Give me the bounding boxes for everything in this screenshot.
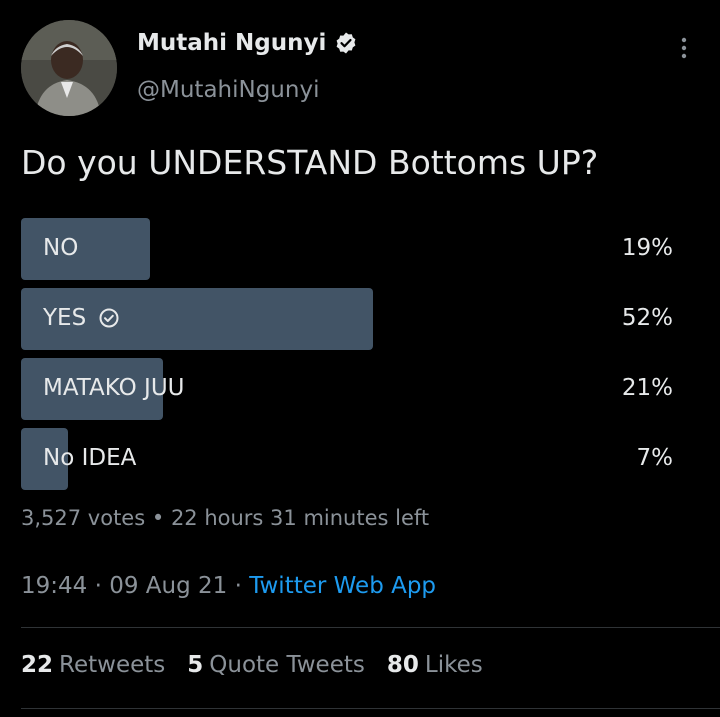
poll-separator: • — [151, 506, 165, 530]
poll-time-left: 22 hours 31 minutes left — [170, 506, 430, 530]
quote-tweets-label: Quote Tweets — [209, 652, 365, 678]
poll-option-percent: 52% — [621, 305, 673, 331]
likes-count: 80 — [386, 652, 419, 678]
divider — [21, 708, 720, 709]
poll-option-no: NO 19% — [21, 218, 681, 280]
poll-option-label: MATAKO JUU — [43, 375, 185, 401]
retweets-stat[interactable]: 22 Retweets — [21, 652, 165, 678]
poll-option-label: No IDEA — [43, 445, 137, 471]
quote-tweets-count: 5 — [187, 652, 204, 678]
tweet-date[interactable]: 09 Aug 21 — [109, 573, 227, 599]
poll-option-yes: YES 52% — [21, 288, 681, 350]
retweets-label: Retweets — [59, 652, 166, 678]
author-handle[interactable]: @MutahiNgunyi — [137, 77, 319, 103]
poll-option-no-idea: No IDEA 7% — [21, 428, 681, 490]
source-link[interactable]: Twitter Web App — [249, 573, 436, 599]
check-circle-icon — [98, 307, 120, 329]
retweets-count: 22 — [21, 652, 54, 678]
avatar[interactable] — [21, 20, 117, 116]
quote-tweets-stat[interactable]: 5 Quote Tweets — [187, 652, 365, 678]
poll-option-percent: 21% — [621, 375, 673, 401]
divider — [21, 627, 720, 628]
likes-stat[interactable]: 80 Likes — [387, 652, 483, 678]
poll-option-label: YES — [43, 305, 87, 331]
tweet-stats: 22 Retweets 5 Quote Tweets 80 Likes — [21, 652, 505, 678]
poll-votes: 3,527 votes — [21, 506, 146, 530]
poll-option-label: NO — [43, 235, 79, 261]
tweet-text: Do you UNDERSTAND Bottoms UP? — [21, 143, 599, 182]
likes-label: Likes — [424, 652, 483, 678]
poll-option-matako-juu: MATAKO JUU 21% — [21, 358, 681, 420]
tweet-timestamp-row: 19:44 · 09 Aug 21 · Twitter Web App — [21, 573, 436, 599]
poll-bar — [21, 218, 150, 280]
poll-option-percent: 7% — [636, 445, 674, 471]
tweet-time[interactable]: 19:44 — [21, 573, 87, 599]
meta-dot: · — [234, 573, 242, 599]
poll-meta: 3,527 votes • 22 hours 31 minutes left — [21, 506, 429, 530]
meta-dot: · — [94, 573, 102, 599]
tweet-header: Mutahi Ngunyi @MutahiNgunyi — [0, 0, 720, 130]
poll-option-percent: 19% — [621, 235, 673, 261]
author-name-row[interactable]: Mutahi Ngunyi — [137, 30, 358, 56]
verified-badge-icon — [334, 31, 358, 55]
author-name[interactable]: Mutahi Ngunyi — [137, 30, 326, 56]
more-vertical-icon[interactable] — [672, 34, 696, 64]
